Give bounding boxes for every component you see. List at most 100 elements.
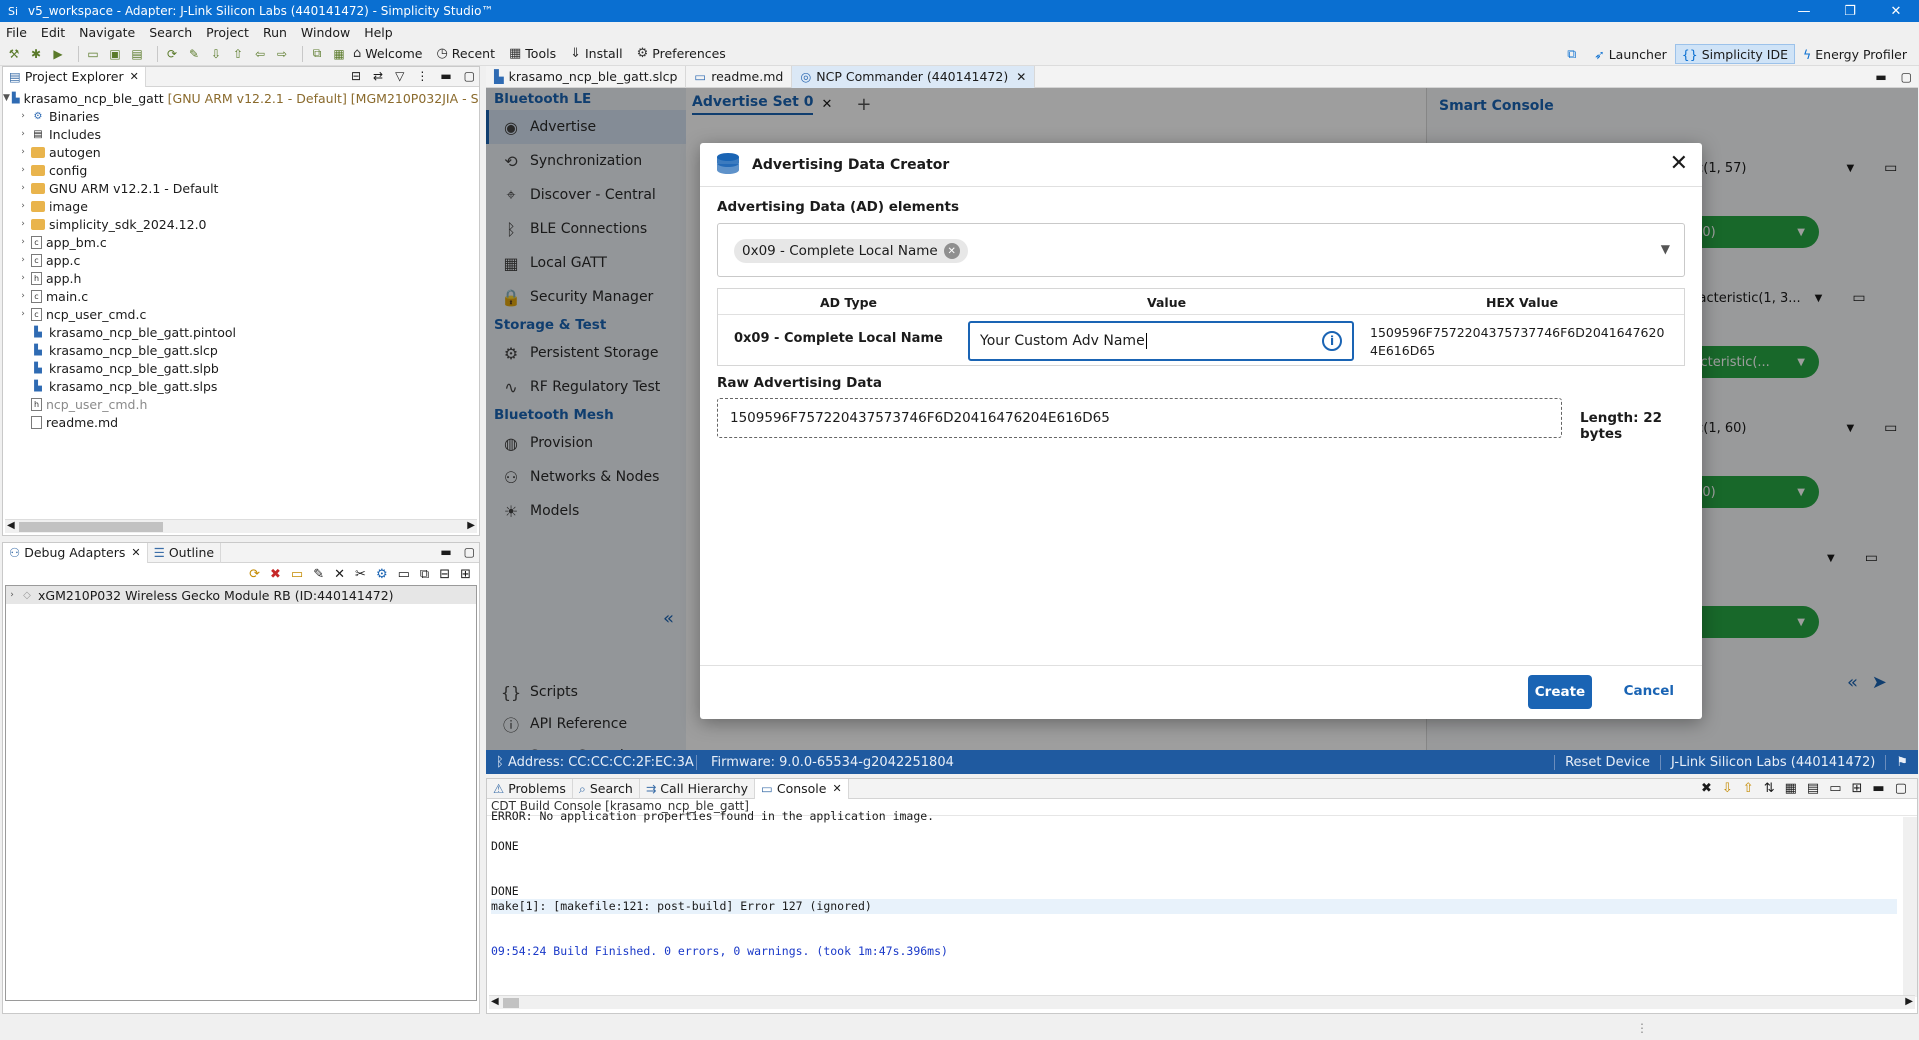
collapse-all-icon[interactable]: ⊟ [351, 69, 361, 83]
tools-button[interactable]: ▦ Tools [509, 46, 556, 61]
tab-debug-adapters[interactable]: ⚇ Debug Adapters ✕ [3, 542, 148, 563]
horizontal-scrollbar[interactable]: ◀ ▶ [489, 995, 1915, 1009]
menu-navigate[interactable]: Navigate [79, 25, 135, 40]
cancel-button[interactable]: Cancel [1624, 683, 1674, 699]
welcome-button[interactable]: ⌂ Welcome [353, 46, 422, 61]
chevron-right-icon[interactable]: › [17, 201, 29, 211]
close-icon[interactable]: ✕ [1016, 70, 1026, 84]
tab-search[interactable]: ⌕ Search [573, 778, 640, 799]
menu-file[interactable]: File [6, 25, 27, 40]
scroll-lock-icon[interactable]: ⇅ [1764, 781, 1775, 796]
tree-item[interactable]: › c app.c [3, 251, 479, 269]
chevron-right-icon[interactable]: › [17, 183, 29, 193]
maximize-view-icon[interactable]: ▢ [1895, 781, 1907, 796]
chevron-right-icon[interactable]: › [17, 165, 29, 175]
close-icon[interactable]: ✕ [131, 546, 140, 559]
prev-annotation-icon[interactable]: ⇧ [230, 46, 246, 62]
chevron-right-icon[interactable]: › [17, 309, 29, 319]
minimize-view-icon[interactable]: ▬ [1875, 70, 1886, 84]
recent-button[interactable]: ◷ Recent [436, 46, 495, 61]
debug-icon[interactable]: ✱ [28, 46, 44, 62]
chevron-down-icon[interactable]: ▼ [3, 93, 10, 103]
link-editor-icon[interactable]: ⇄ [373, 69, 383, 83]
chevron-right-icon[interactable]: › [6, 590, 18, 600]
chip-icon[interactable]: ▦ [331, 46, 347, 62]
collapse-icon[interactable]: ▭ [398, 567, 410, 582]
minimize-view-icon[interactable]: ▬ [1872, 781, 1884, 796]
tree-item[interactable]: ▙ krasamo_ncp_ble_gatt.slcp [3, 341, 479, 359]
tree-item[interactable]: › c main.c [3, 287, 479, 305]
tree-item[interactable]: › h app.h [3, 269, 479, 287]
horizontal-scrollbar[interactable]: ◀ ▶ [5, 519, 477, 533]
tab-console[interactable]: ▭ Console ✕ [755, 778, 849, 799]
gear-icon[interactable]: ⚙ [376, 567, 388, 582]
tab-readme[interactable]: ▭ readme.md [686, 65, 793, 88]
project-root[interactable]: ▼ ▙ krasamo_ncp_ble_gatt [GNU ARM v12.2.… [3, 89, 479, 107]
back-icon[interactable]: ⇦ [252, 46, 268, 62]
tree-item[interactable]: › simplicity_sdk_2024.12.0 [3, 215, 479, 233]
tree-item[interactable]: › c app_bm.c [3, 233, 479, 251]
scroll-down-icon[interactable]: ⇩ [1722, 781, 1733, 796]
remove-chip-icon[interactable]: ✕ [943, 243, 960, 259]
tree-item[interactable]: › ⚙ Binaries [3, 107, 479, 125]
refresh-icon[interactable]: ⟳ [164, 46, 180, 62]
chevron-right-icon[interactable]: › [17, 147, 29, 157]
clear-console-icon[interactable]: ✖ [1701, 781, 1712, 796]
scroll-left-icon[interactable]: ◀ [7, 520, 15, 531]
menu-edit[interactable]: Edit [41, 25, 65, 40]
chevron-down-icon[interactable]: ▼ [1661, 242, 1670, 256]
chevron-right-icon[interactable]: › [17, 129, 29, 139]
collapse-all-icon[interactable]: ⊟ [439, 567, 450, 582]
disconnect-icon[interactable]: ✖ [270, 567, 281, 582]
menu-help[interactable]: Help [364, 25, 393, 40]
chevron-right-icon[interactable]: › [17, 273, 29, 283]
chevron-right-icon[interactable]: › [17, 219, 29, 229]
vertical-scrollbar[interactable] [1903, 817, 1917, 997]
tree-item[interactable]: › config [3, 161, 479, 179]
menu-window[interactable]: Window [301, 25, 350, 40]
create-button[interactable]: Create [1528, 675, 1592, 709]
chevron-right-icon[interactable]: › [17, 291, 29, 301]
tools-icon[interactable]: ✕ [334, 567, 345, 582]
tool-icon[interactable]: ✎ [186, 46, 202, 62]
build-icon[interactable]: ⚒ [6, 46, 22, 62]
menu-project[interactable]: Project [206, 25, 249, 40]
install-button[interactable]: ⇓ Install [570, 46, 623, 61]
scroll-up-icon[interactable]: ⇧ [1743, 781, 1754, 796]
debug-adapter-item[interactable]: › ◇ xGM210P032 Wireless Gecko Module RB … [6, 586, 476, 604]
chevron-right-icon[interactable]: › [17, 237, 29, 247]
word-wrap-icon[interactable]: ▦ [1785, 781, 1797, 796]
menu-run[interactable]: Run [263, 25, 287, 40]
tree-item[interactable]: › c ncp_user_cmd.c [3, 305, 479, 323]
maximize-view-icon[interactable]: ▢ [464, 69, 475, 83]
open-perspective-button[interactable]: ⧉ [1561, 44, 1586, 64]
tab-slcp[interactable]: ▙ krasamo_ncp_ble_gatt.slcp [486, 65, 687, 88]
tree-item[interactable]: ▙ krasamo_ncp_ble_gatt.slps [3, 377, 479, 395]
tab-call-hierarchy[interactable]: ⇉ Call Hierarchy [640, 778, 756, 799]
open-perspective-icon[interactable]: ⧉ [309, 46, 325, 62]
next-annotation-icon[interactable]: ⇩ [208, 46, 224, 62]
tree-item[interactable]: › image [3, 197, 479, 215]
display-console-icon[interactable]: ▭ [1829, 781, 1841, 796]
minimize-view-icon[interactable]: ▬ [440, 69, 451, 83]
chevron-right-icon[interactable]: › [17, 111, 29, 121]
perspective-energy-profiler[interactable]: ϟ Energy Profiler [1797, 44, 1913, 64]
tree-item[interactable]: ▙ krasamo_ncp_ble_gatt.slpb [3, 359, 479, 377]
maximize-view-icon[interactable]: ▢ [464, 545, 475, 559]
notification-icon[interactable]: ⚑ [1885, 754, 1918, 770]
folder-icon[interactable]: ▭ [291, 567, 303, 582]
pin-icon[interactable]: ▤ [1807, 781, 1819, 796]
menu-search[interactable]: Search [149, 25, 192, 40]
new-icon[interactable]: ▭ [85, 46, 101, 62]
tab-project-explorer[interactable]: ▤ Project Explorer ✕ [3, 66, 146, 87]
open-console-icon[interactable]: ⊞ [1852, 781, 1863, 796]
ad-element-chip[interactable]: 0x09 - Complete Local Name ✕ [734, 239, 968, 263]
maximize-view-icon[interactable]: ▢ [1901, 70, 1912, 84]
tree-item[interactable]: › autogen [3, 143, 479, 161]
filter-icon[interactable]: ▽ [395, 69, 404, 83]
chevron-right-icon[interactable]: › [17, 255, 29, 265]
expand-all-icon[interactable]: ⊞ [460, 567, 471, 582]
minimize-button[interactable]: — [1781, 0, 1827, 22]
info-icon[interactable]: i [1322, 331, 1342, 351]
reset-device-button[interactable]: Reset Device [1554, 754, 1660, 770]
